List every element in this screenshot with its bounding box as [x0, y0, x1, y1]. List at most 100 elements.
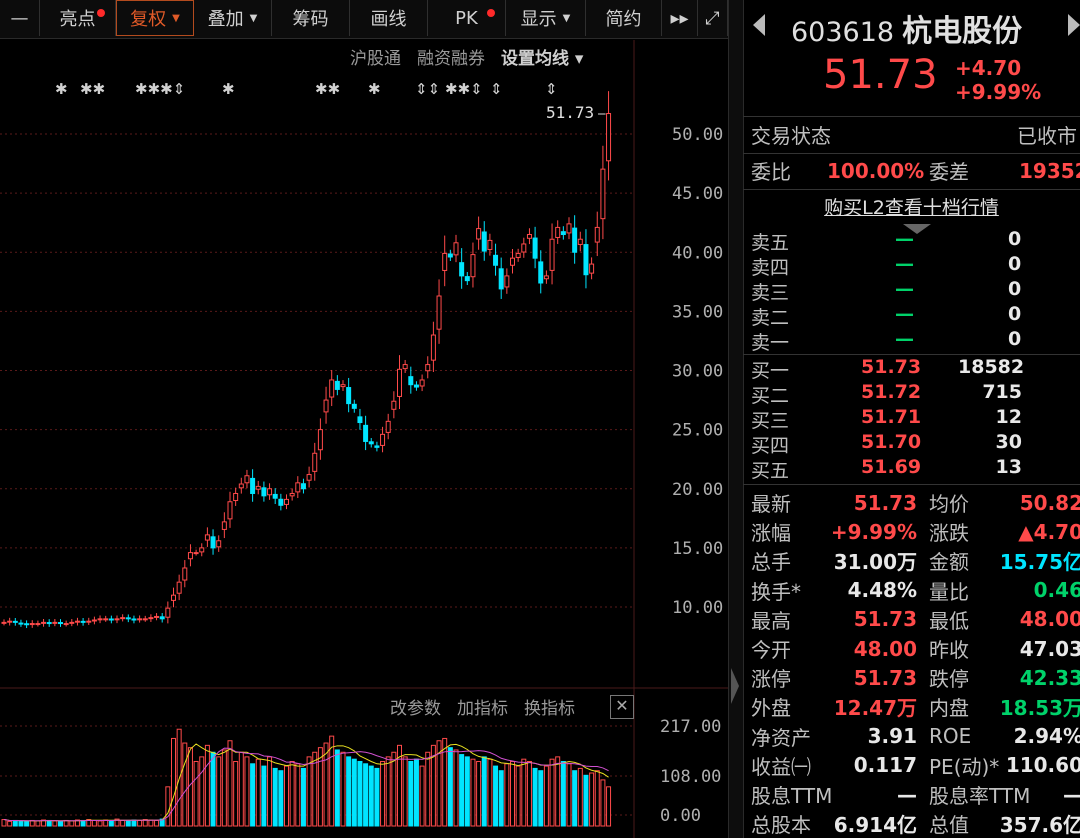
buy-level-price: 51.71 — [861, 406, 922, 428]
sell-level-row[interactable]: 卖五 — 0 — [743, 228, 1080, 254]
toolbar-button-3[interactable]: 叠加 ▼ — [194, 0, 272, 36]
toolbar-button-1[interactable]: 亮点 — [40, 0, 116, 36]
volume-bar — [408, 760, 414, 827]
volume-bar — [600, 779, 606, 827]
candle-body — [606, 113, 612, 162]
volume-bar — [216, 756, 222, 827]
volume-axis-label: 217.00 — [660, 717, 721, 737]
set-ma-button[interactable]: 设置均线 ▾ — [501, 44, 583, 69]
buy-level-volume: 18582 — [958, 356, 1025, 378]
candle-body — [385, 420, 391, 433]
volume-bar — [233, 760, 239, 827]
volume-bar — [278, 770, 284, 827]
volume-bar — [526, 760, 532, 827]
buy-level-volume: 30 — [995, 431, 1022, 453]
buy-level-price: 51.70 — [861, 431, 922, 453]
trade-status-value: 已收市 — [1017, 124, 1077, 148]
stock-name: 杭电股份 — [902, 14, 1023, 49]
price-axis-label: 20.00 — [672, 480, 723, 500]
stat-row: 总股本 6.914亿 总值 357.6亿 — [743, 809, 1080, 838]
toolbar-button-7[interactable]: 显示 ▼ — [506, 0, 586, 36]
sell-level-row[interactable]: 卖一 — 0 — [743, 328, 1080, 354]
quote-panel: 603618 杭电股份 51.73 +4.70 +9.99% 交易状态 已收市 … — [743, 0, 1080, 838]
stat-label: 量比 — [929, 579, 969, 604]
toolbar-button-6[interactable]: PK — [428, 0, 506, 36]
toolbar-button-10[interactable]: ⤢ — [698, 0, 728, 36]
candle-body — [233, 492, 239, 502]
candle-body — [176, 581, 182, 594]
volume-bar — [606, 786, 612, 827]
prev-stock-icon[interactable] — [753, 14, 765, 36]
buy-level-row[interactable]: 买二 51.72 715 — [743, 381, 1080, 407]
candle-body — [312, 452, 318, 472]
candle-body — [442, 252, 448, 271]
toolbar-button-0[interactable]: — — [0, 0, 40, 36]
volume-bar — [402, 756, 408, 827]
candle-body — [295, 482, 301, 493]
buy-level-row[interactable]: 买一 51.73 18582 — [743, 356, 1080, 382]
volume-bar — [487, 758, 493, 827]
l2-purchase-link[interactable]: 购买L2查看十档行情 — [743, 193, 1080, 220]
toolbar-button-label: 画线 — [370, 9, 407, 30]
stat-row: 外盘 12.47万 内盘 18.53万 — [743, 692, 1080, 721]
price-change: +4.70 +9.99% — [955, 56, 1041, 104]
candle-body — [148, 617, 154, 620]
buy-level-volume: 715 — [982, 381, 1022, 403]
volume-bar — [91, 819, 97, 827]
candle-body — [498, 268, 504, 290]
candle-body — [250, 477, 256, 494]
volume-axis-label: 0.00 — [660, 806, 701, 826]
collapse-panel-icon[interactable] — [731, 668, 739, 704]
toolbar-button-label: 复权 — [130, 9, 167, 30]
toolbar-button-4[interactable]: 筹码 — [272, 0, 350, 36]
volume-bar — [425, 751, 431, 827]
sell-level-row[interactable]: 卖二 — 0 — [743, 303, 1080, 329]
weicha-label: 委差 — [929, 160, 969, 184]
stat-value: — — [897, 782, 917, 807]
stat-row: 最高 51.73 最低 48.00 — [743, 605, 1080, 634]
sell-level-label: 卖三 — [751, 282, 790, 304]
toolbar-button-5[interactable]: 画线 — [350, 0, 428, 36]
volume-bar — [555, 756, 561, 827]
candle-body — [244, 475, 250, 484]
stat-label: 换手* — [751, 579, 801, 604]
stat-row: 涨停 51.73 跌停 42.33 — [743, 663, 1080, 692]
buy-level-row[interactable]: 买三 51.71 12 — [743, 406, 1080, 432]
volume-bar — [210, 751, 216, 827]
candle-body — [58, 622, 63, 625]
candle-body — [397, 368, 402, 397]
indicator-tools: 改参数 加指标 换指标 — [390, 694, 575, 719]
volume-bar — [108, 819, 114, 827]
candle-body — [193, 552, 199, 555]
candle-body — [577, 238, 583, 245]
close-indicator-icon[interactable]: ✕ — [610, 695, 634, 719]
candle-body — [532, 237, 538, 259]
toolbar-button-8[interactable]: 简约 — [586, 0, 662, 36]
candle-body — [402, 364, 408, 370]
toolbar-button-9[interactable]: ▸▸ — [662, 0, 698, 36]
panel-divider[interactable] — [728, 0, 744, 838]
sell-level-row[interactable]: 卖三 — 0 — [743, 278, 1080, 304]
toolbar-button-2[interactable]: 复权 ▼ — [116, 0, 194, 36]
volume-bar — [560, 760, 566, 827]
edit-params-button[interactable]: 改参数 — [390, 694, 441, 719]
candle-body — [493, 254, 499, 266]
hk-connect-link[interactable]: 沪股通 — [350, 44, 401, 69]
volume-bar — [261, 765, 267, 827]
buy-level-row[interactable]: 买四 51.70 30 — [743, 431, 1080, 457]
volume-bar — [97, 820, 103, 827]
candle-body — [363, 424, 369, 442]
event-marker-icon: ⇕ — [545, 80, 558, 98]
event-marker-icon: ✱✱ — [315, 80, 340, 98]
candle-body — [227, 501, 233, 520]
switch-indicator-button[interactable]: 换指标 — [524, 694, 575, 719]
toolbar-button-label: ⤢ — [705, 7, 720, 29]
sell-level-row[interactable]: 卖四 — 0 — [743, 253, 1080, 279]
candle-body — [521, 243, 527, 253]
buy-level-row[interactable]: 买五 51.69 13 — [743, 456, 1080, 482]
candle-body — [459, 262, 465, 277]
add-indicator-button[interactable]: 加指标 — [457, 694, 508, 719]
next-stock-icon[interactable] — [1068, 14, 1080, 36]
candle-body — [154, 615, 160, 618]
margin-trading-link[interactable]: 融资融券 — [417, 44, 485, 69]
